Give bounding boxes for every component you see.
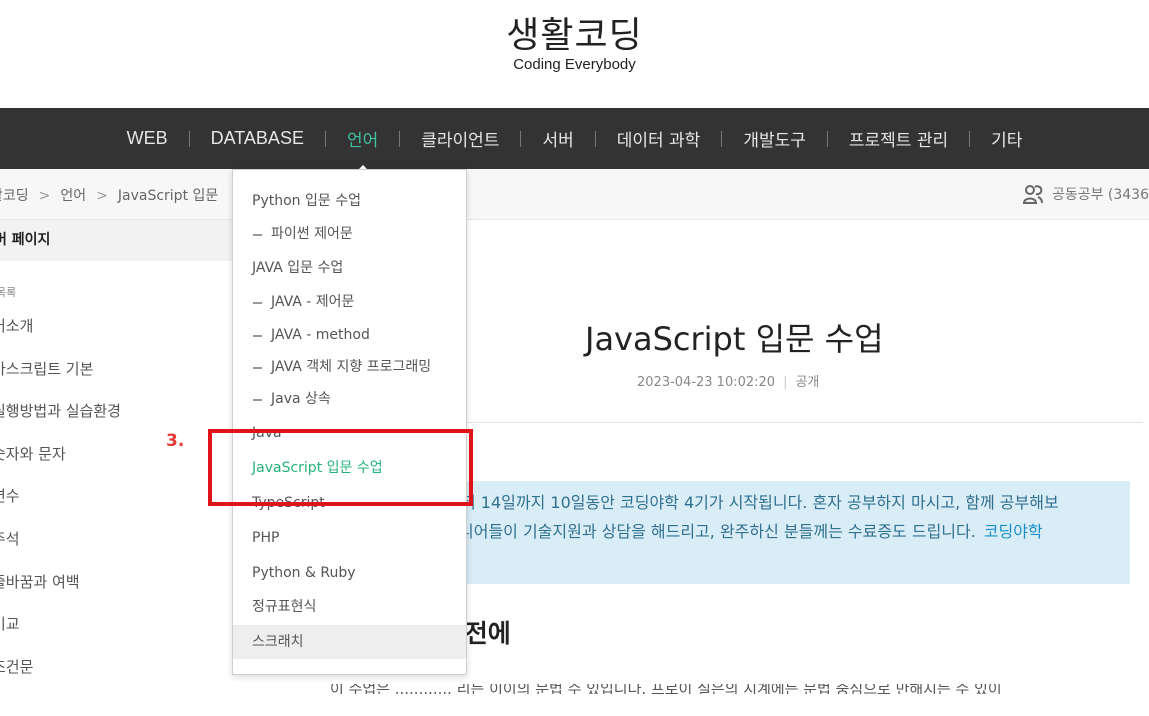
notice-line-2: 니어들이 기술지원과 상담을 해드리고, 완주하신 분들께는 수료증도 드립니다… (459, 517, 1043, 546)
dropdown-item-label: 스크래치 (252, 634, 304, 650)
dropdown-item-java-intro[interactable]: JAVA 입문 수업 (233, 251, 466, 285)
breadcrumb-item-current[interactable]: JavaScript 입문 (118, 188, 218, 204)
post-visibility: 공개 (795, 375, 820, 390)
main-nav: WEB DATABASE 언어 클라이언트 서버 데이터 과학 개발도구 프로젝… (0, 108, 1149, 172)
nav-item-dev-tools[interactable]: 개발도구 (722, 126, 827, 151)
dropdown-item-java[interactable]: Java (233, 416, 466, 450)
nav-item-data-science[interactable]: 데이터 과학 (596, 126, 722, 151)
dropdown-item-python-intro[interactable]: Python 입문 수업 (233, 184, 466, 218)
dropdown-item-python-ruby[interactable]: Python & Ruby (233, 556, 466, 590)
breadcrumb: 활코딩 > 언어 > JavaScript 입문 (0, 185, 218, 205)
meta-separator: | (783, 375, 788, 390)
sidebar-toc-label: 목록 (0, 286, 17, 299)
sidebar-list: 어소개 바스크립트 기본 실행방법과 실습환경 숫자와 문자 변수 주석 줄바꿈… (0, 315, 121, 698)
dropdown-item-javascript-intro[interactable]: JavaScript 입문 수업 (233, 451, 466, 485)
dropdown-item-label: PHP (252, 530, 280, 546)
dropdown-item-label: JAVA 객체 지향 프로그래밍 (271, 359, 432, 375)
dash-icon (253, 335, 262, 337)
sidebar-item[interactable]: 조건문 (0, 656, 121, 699)
dropdown-item-label: JavaScript 입문 수업 (252, 460, 383, 476)
nav-item-language-label: 언어 (346, 131, 379, 151)
breadcrumb-separator: > (96, 188, 108, 204)
language-dropdown-menu: Python 입문 수업 파이썬 제어문 JAVA 입문 수업 JAVA - 제… (232, 169, 467, 675)
dropdown-item-label: JAVA 입문 수업 (252, 260, 344, 276)
site-title[interactable]: 생활코딩 (0, 6, 1149, 58)
sidebar-item[interactable]: 주석 (0, 528, 121, 571)
notice-line-2-text: 니어들이 기술지원과 상담을 해드리고, 완주하신 분들께는 수료증도 드립니다… (459, 522, 976, 541)
dropdown-item-scratch[interactable]: 스크래치 (233, 625, 466, 659)
dropdown-item-java-method[interactable]: JAVA - method (233, 318, 466, 352)
dash-icon (253, 234, 262, 236)
dropdown-item-label: Python 입문 수업 (252, 193, 361, 209)
dropdown-item-label: Python & Ruby (252, 565, 356, 581)
dropdown-item-java-oop[interactable]: JAVA 객체 지향 프로그래밍 (233, 350, 466, 384)
breadcrumb-bar: 활코딩 > 언어 > JavaScript 입문 공동공부 (3436 (0, 169, 1149, 220)
dash-icon (253, 399, 262, 401)
dropdown-item-java-control[interactable]: JAVA - 제어문 (233, 285, 466, 319)
body-text-partial: 이 수업은 ............ 리는 이이의 문법 수 있입니다. 프로이… (330, 684, 1002, 694)
nav-item-etc[interactable]: 기타 (970, 126, 1043, 151)
dropdown-item-java-inheritance[interactable]: Java 상속 (233, 382, 466, 416)
dash-icon (253, 367, 262, 369)
breadcrumb-separator: > (38, 188, 51, 204)
nav-item-database[interactable]: DATABASE (190, 128, 325, 149)
sidebar-item[interactable]: 어소개 (0, 315, 121, 358)
study-together-link[interactable]: 공동공부 (3436 (1022, 183, 1149, 205)
nav-item-language[interactable]: 언어 (326, 126, 399, 172)
users-icon (1022, 185, 1043, 204)
post-date: 2023-04-23 10:02:20 (637, 375, 776, 390)
study-together-label: 공동공부 (3436 (1051, 187, 1149, 203)
nav-item-server[interactable]: 서버 (521, 126, 594, 151)
breadcrumb-item-language[interactable]: 언어 (60, 188, 86, 204)
sidebar-item[interactable]: 줄바꿈과 여백 (0, 571, 121, 614)
dropdown-item-typescript[interactable]: TypeScript (233, 486, 466, 520)
notice-link[interactable]: 코딩야학 (984, 522, 1043, 541)
sidebar-item[interactable]: 비교 (0, 613, 121, 656)
sidebar-header[interactable]: 버 페이지 (0, 220, 262, 261)
site-subtitle: Coding Everybody (513, 56, 636, 73)
sidebar: 버 페이지 목록 어소개 바스크립트 기본 실행방법과 실습환경 숫자와 문자 … (0, 220, 262, 716)
post-meta: 2023-04-23 10:02:20 | 공개 (637, 371, 819, 390)
nav-item-client[interactable]: 클라이언트 (400, 126, 520, 151)
body-text: 이 수업은 ............ 리는 이이의 문법 수 있입니다. 프로이… (330, 684, 1130, 694)
page-title: JavaScript 입문 수업 (585, 320, 884, 358)
dropdown-item-python-control[interactable]: 파이썬 제어문 (233, 217, 466, 251)
sidebar-item[interactable]: 바스크립트 기본 (0, 358, 121, 401)
dropdown-item-php[interactable]: PHP (233, 521, 466, 555)
notice-line-1: 터 14일까지 10일동안 코딩야학 4기가 시작됩니다. 혼자 공부하지 마시… (461, 493, 1059, 512)
dropdown-item-label: TypeScript (252, 495, 325, 511)
dash-icon (253, 302, 262, 304)
sidebar-item[interactable]: 변수 (0, 485, 121, 528)
dropdown-item-label: JAVA - method (271, 327, 370, 343)
dropdown-item-label: Java 상속 (271, 391, 331, 407)
dropdown-item-label: 정규표현식 (252, 599, 317, 615)
dropdown-item-label: Java (252, 425, 282, 441)
dropdown-item-regex[interactable]: 정규표현식 (233, 590, 466, 624)
nav-item-web[interactable]: WEB (106, 128, 189, 149)
breadcrumb-item-home[interactable]: 활코딩 (0, 188, 29, 204)
dropdown-item-label: JAVA - 제어문 (271, 294, 355, 310)
sidebar-item[interactable]: 실행방법과 실습환경 (0, 400, 121, 443)
dropdown-item-label: 파이썬 제어문 (271, 226, 353, 242)
sidebar-item[interactable]: 숫자와 문자 (0, 443, 121, 486)
annotation-step-label: 3. (166, 431, 185, 451)
nav-item-project-management[interactable]: 프로젝트 관리 (828, 126, 969, 151)
